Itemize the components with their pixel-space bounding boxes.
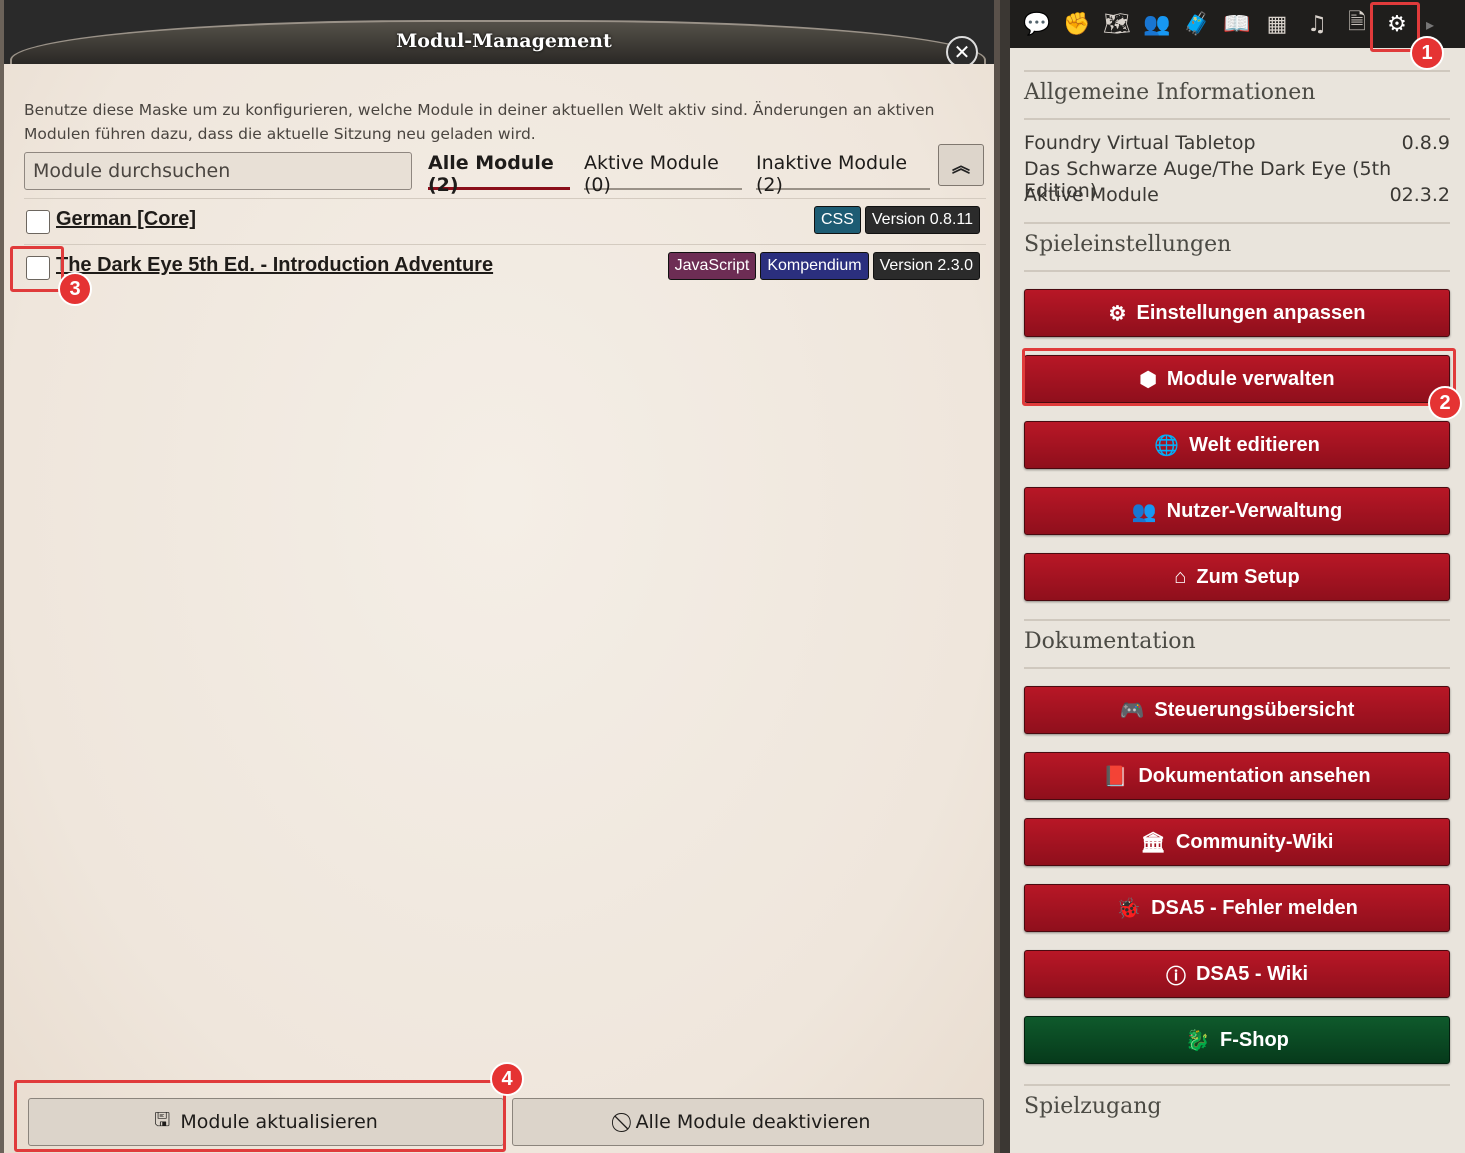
- home-icon: ⌂: [1174, 565, 1187, 588]
- info-row-modules: Aktive Module 02.3.2: [1024, 184, 1450, 206]
- highlight-manage-modules: [1022, 348, 1456, 406]
- edit-world-label: Welt editieren: [1189, 433, 1320, 456]
- game-access-heading: Spielzugang: [1024, 1084, 1450, 1134]
- dsa5-wiki-label: DSA5 - Wiki: [1195, 962, 1309, 985]
- tab-all-modules[interactable]: Alle Module (2): [428, 152, 570, 196]
- report-bug-label: DSA5 - Fehler melden: [1151, 896, 1358, 919]
- divider: [24, 198, 986, 199]
- gamepad-icon: 🎮: [1119, 699, 1145, 722]
- divider: [24, 244, 986, 245]
- module-row-german-core: German [Core] CSS Version 0.8.11: [24, 204, 984, 240]
- marker-1: 1: [1410, 36, 1444, 70]
- chevrons-up-icon: ︽: [952, 156, 970, 177]
- view-docs-label: Dokumentation ansehen: [1138, 764, 1371, 787]
- configure-settings-button[interactable]: ⚙ Einstellungen anpassen: [1024, 289, 1450, 337]
- badge-compendium: Kompendium: [760, 252, 869, 280]
- general-info-heading: Allgemeine Informationen: [1024, 70, 1450, 120]
- landmark-icon: 🏛: [1140, 831, 1166, 854]
- module-management-dialog: Modul-Management ✕ Benutze diese Maske u…: [0, 0, 1000, 1153]
- module-badges: JavaScript Kompendium Version 2.3.0: [667, 252, 980, 280]
- module-title-german-core[interactable]: German [Core]: [56, 208, 196, 231]
- actors-icon[interactable]: 👥: [1140, 7, 1174, 41]
- tab-inactive-modules[interactable]: Inaktive Module (2): [756, 152, 930, 196]
- combat-icon[interactable]: ✊: [1060, 7, 1094, 41]
- community-wiki-button[interactable]: 🏛 Community-Wiki: [1024, 818, 1450, 866]
- info-value: 0.8.9: [1401, 132, 1450, 154]
- module-badges: CSS Version 0.8.11: [813, 206, 980, 234]
- return-setup-button[interactable]: ⌂ Zum Setup: [1024, 553, 1450, 601]
- scenes-icon[interactable]: 🗺: [1100, 7, 1134, 41]
- search-input[interactable]: [24, 152, 412, 190]
- intro-text: Benutze diese Maske um zu konfigurieren,…: [24, 98, 944, 146]
- badge-version: Version 2.3.0: [872, 252, 980, 280]
- edit-world-button[interactable]: 🌐 Welt editieren: [1024, 421, 1450, 469]
- tab-active-modules-label: Aktive Module (0): [584, 152, 719, 196]
- highlight-module-checkbox: [10, 246, 64, 292]
- badge-css: CSS: [813, 206, 861, 234]
- module-checkbox-german-core[interactable]: [26, 210, 50, 234]
- controls-overview-button[interactable]: 🎮 Steuerungsübersicht: [1024, 686, 1450, 734]
- collapse-all-button[interactable]: ︽: [938, 144, 984, 186]
- view-docs-button[interactable]: 📕 Dokumentation ansehen: [1024, 752, 1450, 800]
- marker-2: 2: [1428, 386, 1462, 420]
- compendium-icon[interactable]: 🗎: [1340, 7, 1374, 41]
- return-setup-label: Zum Setup: [1196, 565, 1300, 588]
- users-icon: 👥: [1131, 500, 1157, 523]
- deactivate-all-label: Alle Module deaktivieren: [635, 1111, 871, 1133]
- module-row-dark-eye-intro: The Dark Eye 5th Ed. - Introduction Adve…: [24, 250, 984, 286]
- sidebar: 💬 ✊ 🗺 👥 🧳 📖 ▦ ♫ 🗎 ⚙ ▸ Allgemeine Informa…: [1000, 0, 1465, 1153]
- tab-inactive-modules-label: Inaktive Module (2): [756, 152, 908, 196]
- marker-4: 4: [490, 1062, 524, 1096]
- configure-settings-label: Einstellungen anpassen: [1136, 301, 1366, 324]
- globe-icon: 🌐: [1154, 434, 1180, 457]
- intro-line-2: Modulen führen dazu, dass die aktuelle S…: [24, 125, 536, 143]
- journal-icon[interactable]: 📖: [1220, 7, 1254, 41]
- controls-overview-label: Steuerungsübersicht: [1154, 698, 1355, 721]
- info-value: 02.3.2: [1389, 184, 1450, 206]
- info-icon: ⓘ: [1165, 965, 1186, 988]
- tab-active-modules[interactable]: Aktive Module (0): [584, 152, 742, 196]
- chat-icon[interactable]: 💬: [1020, 7, 1054, 41]
- f-shop-label: F-Shop: [1220, 1028, 1289, 1051]
- playlists-icon[interactable]: ♫: [1300, 7, 1334, 41]
- documentation-heading: Dokumentation: [1024, 619, 1450, 669]
- info-label: Foundry Virtual Tabletop: [1024, 132, 1256, 154]
- tab-all-modules-label: Alle Module (2): [428, 152, 554, 196]
- badge-javascript: JavaScript: [667, 252, 757, 280]
- items-icon[interactable]: 🧳: [1180, 7, 1214, 41]
- report-bug-button[interactable]: 🐞 DSA5 - Fehler melden: [1024, 884, 1450, 932]
- info-row-foundry: Foundry Virtual Tabletop 0.8.9: [1024, 132, 1450, 154]
- shop-icon: 🐉: [1185, 1029, 1211, 1052]
- tables-icon[interactable]: ▦: [1260, 7, 1294, 41]
- intro-line-1: Benutze diese Maske um zu konfigurieren,…: [24, 101, 935, 119]
- badge-version: Version 0.8.11: [864, 206, 980, 234]
- marker-3: 3: [58, 272, 92, 306]
- book-icon: 📕: [1103, 765, 1129, 788]
- f-shop-button[interactable]: 🐉 F-Shop: [1024, 1016, 1450, 1064]
- module-title-dark-eye-intro[interactable]: The Dark Eye 5th Ed. - Introduction Adve…: [56, 254, 493, 277]
- dialog-body: Benutze diese Maske um zu konfigurieren,…: [4, 64, 994, 1153]
- highlight-update-button: [14, 1080, 506, 1152]
- community-wiki-label: Community-Wiki: [1175, 830, 1334, 853]
- cogs-icon: ⚙: [1108, 302, 1127, 325]
- user-management-label: Nutzer-Verwaltung: [1166, 499, 1343, 522]
- game-settings-heading: Spieleinstellungen: [1024, 222, 1450, 272]
- dialog-title: Modul-Management: [396, 30, 612, 52]
- dsa5-wiki-button[interactable]: ⓘ DSA5 - Wiki: [1024, 950, 1450, 998]
- user-management-button[interactable]: 👥 Nutzer-Verwaltung: [1024, 487, 1450, 535]
- info-label: Aktive Module: [1024, 184, 1159, 206]
- deactivate-all-button[interactable]: ⃠ Alle Module deaktivieren: [512, 1098, 984, 1146]
- bug-icon: 🐞: [1116, 897, 1142, 920]
